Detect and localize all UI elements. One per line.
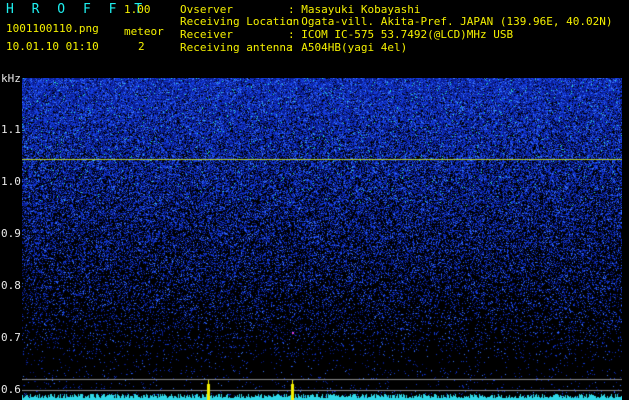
receiver-key: Receiver (180, 28, 233, 41)
location-value: : Ogata-vill. Akita-Pref. JAPAN (139.96E… (288, 15, 613, 28)
meteor-label: meteor (124, 25, 164, 38)
y-tick-label: 1.0 (1, 174, 21, 188)
location-key: Receiving Location (180, 15, 300, 28)
y-tick-label: 0.8 (1, 278, 21, 292)
timestamp: 10.01.10 01:10 (6, 40, 99, 53)
y-axis-unit: kHz (1, 72, 21, 85)
y-tick-label: 0.7 (1, 330, 21, 344)
antenna-value: : A504HB(yagi 4el) (288, 41, 408, 54)
y-tick-label: 0.9 (1, 226, 21, 240)
file-name: 1001100110.png (6, 22, 99, 35)
header: H R O F F T 1.00 1001100110.png meteor 1… (0, 0, 629, 70)
receiver-value: : ICOM IC-575 53.7492(@LCD)MHz USB (288, 28, 514, 41)
app-version: 1.00 (124, 3, 151, 16)
antenna-key: Receiving antenna (180, 41, 293, 54)
y-tick-label: 0.6 (1, 382, 21, 396)
spectrogram-plot (22, 78, 622, 400)
spectrogram-canvas (22, 78, 622, 400)
y-tick-label: 1.1 (1, 122, 21, 136)
meteor-count: 2 (138, 40, 145, 53)
